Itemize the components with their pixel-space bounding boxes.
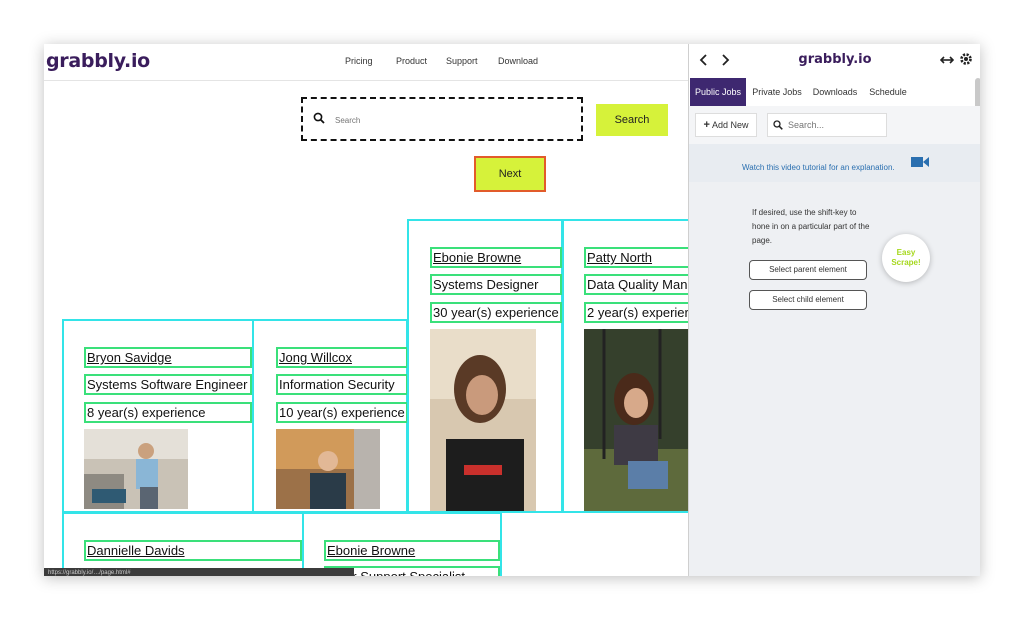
easy-scrape-label-1: Easy <box>896 248 916 257</box>
search-icon <box>773 120 783 130</box>
profile-photo <box>430 329 536 511</box>
nav-download[interactable]: Download <box>498 56 538 66</box>
panel-search-box[interactable] <box>767 113 887 137</box>
profile-experience: 10 year(s) experience <box>276 402 408 423</box>
profile-title: Systems Software Engineer <box>84 374 252 395</box>
status-bar-url: https://grabbly.io/…/page.html# <box>44 568 354 576</box>
profile-card[interactable]: Patty North Data Quality Man 2 year(s) e… <box>562 219 688 513</box>
profile-card[interactable]: Dannielle Davids <box>62 512 304 576</box>
profile-name[interactable]: Jong Willcox <box>276 347 408 368</box>
site-search-input[interactable] <box>333 111 577 129</box>
plus-icon: + <box>703 119 710 131</box>
site-logo[interactable]: grabbly.io <box>46 50 150 72</box>
gear-icon[interactable] <box>959 52 973 66</box>
browser-screen: grabbly.io Pricing Product Support Downl… <box>44 44 980 576</box>
easy-scrape-label-2: Scrape! <box>891 258 921 267</box>
nav-support[interactable]: Support <box>446 56 478 66</box>
tab-schedule[interactable]: Schedule <box>865 78 911 106</box>
profile-card[interactable]: Ebonie Browne omer Support Specialist <box>302 512 502 576</box>
profile-card[interactable]: Bryon Savidge Systems Software Engineer … <box>62 319 254 513</box>
shift-key-hint: If desired, use the shift-key to hone in… <box>752 208 870 245</box>
panel-title: grabbly.io <box>798 52 872 67</box>
profile-experience: 30 year(s) experience <box>430 302 562 323</box>
extension-panel: grabbly.io Public Jobs Private Jobs Down… <box>688 44 980 576</box>
video-camera-icon[interactable] <box>911 156 929 168</box>
add-new-button[interactable]: + Add New <box>695 113 757 137</box>
panel-tabs: Public Jobs Private Jobs Downloads Sched… <box>689 78 980 106</box>
site-header: grabbly.io Pricing Product Support Downl… <box>44 44 688 81</box>
profile-photo <box>584 329 688 511</box>
add-new-label: Add New <box>711 120 749 130</box>
site-search-box[interactable] <box>301 97 583 141</box>
profile-photo <box>276 429 380 509</box>
tab-private-jobs[interactable]: Private Jobs <box>749 78 805 106</box>
select-child-button[interactable]: Select child element <box>749 290 867 310</box>
profile-card[interactable]: Ebonie Browne Systems Designer 30 year(s… <box>407 219 563 513</box>
profile-title: Systems Designer <box>430 274 562 295</box>
nav-product[interactable]: Product <box>396 56 427 66</box>
profile-title: Data Quality Man <box>584 274 688 295</box>
profile-photo <box>84 429 188 509</box>
tab-downloads[interactable]: Downloads <box>807 78 863 106</box>
profile-name[interactable]: Bryon Savidge <box>84 347 252 368</box>
profile-experience: 8 year(s) experience <box>84 402 252 423</box>
panel-toolbar: + Add New <box>689 106 980 144</box>
panel-header: grabbly.io <box>689 44 980 78</box>
profile-card[interactable]: Jong Willcox Information Security 10 yea… <box>252 319 408 513</box>
nav-pricing[interactable]: Pricing <box>345 56 373 66</box>
profile-name[interactable]: Patty North <box>584 247 688 268</box>
tab-public-jobs[interactable]: Public Jobs <box>690 78 746 106</box>
profile-name[interactable]: Dannielle Davids <box>84 540 302 561</box>
profile-name[interactable]: Ebonie Browne <box>430 247 562 268</box>
select-parent-button[interactable]: Select parent element <box>749 260 867 280</box>
profile-name[interactable]: Ebonie Browne <box>324 540 500 561</box>
profile-experience: 2 year(s) experier <box>584 302 688 323</box>
search-icon <box>313 112 325 124</box>
search-button[interactable]: Search <box>596 104 668 136</box>
next-button[interactable]: Next <box>474 156 546 192</box>
tutorial-banner: Watch this video tutorial for an explana… <box>689 144 980 182</box>
easy-scrape-button[interactable]: Easy Scrape! <box>882 234 930 282</box>
tutorial-link[interactable]: Watch this video tutorial for an explana… <box>742 163 895 172</box>
profile-title: Information Security <box>276 374 408 395</box>
website-viewport: grabbly.io Pricing Product Support Downl… <box>44 44 688 576</box>
resize-arrows-icon[interactable] <box>940 54 954 66</box>
panel-search-input[interactable] <box>786 119 886 131</box>
